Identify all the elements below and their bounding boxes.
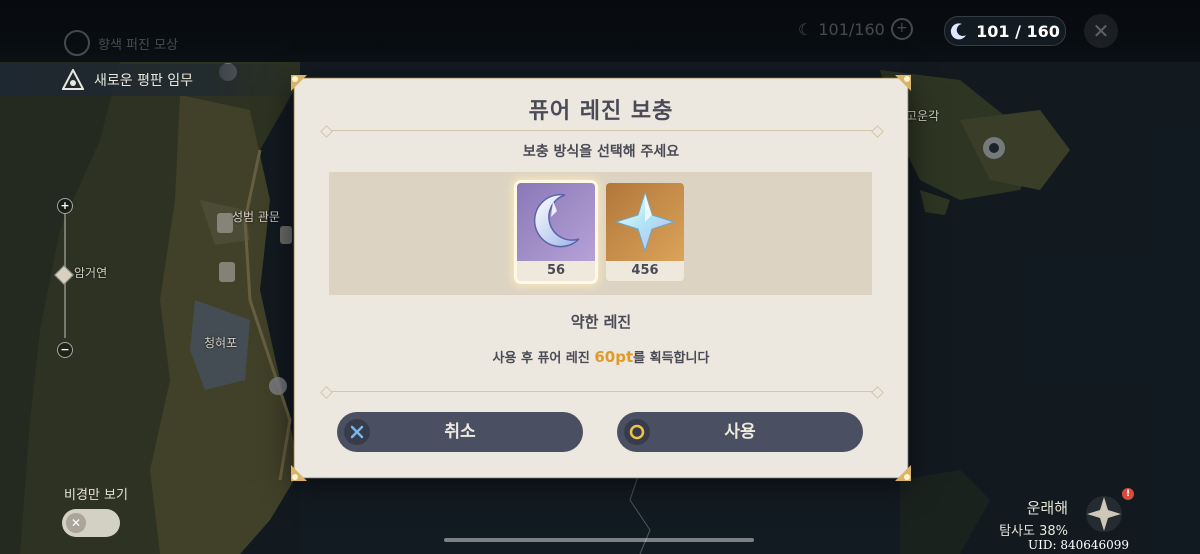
region-info[interactable]: 운래해 탐사도 38% <box>999 497 1068 539</box>
desc-suffix: 를 획득합니다 <box>633 351 710 366</box>
dialog-subtitle: 보충 방식을 선택해 주세요 <box>522 144 680 160</box>
moon-icon: ☾ <box>798 19 813 39</box>
cancel-label: 취소 <box>444 422 476 442</box>
home-indicator <box>444 538 754 542</box>
use-label: 사용 <box>724 422 756 442</box>
replenish-description: 사용 후 퓨어 레진 60pt를 획득합니다 <box>295 347 907 366</box>
uid-text: UID: 840646099 <box>1028 538 1130 552</box>
zoom-handle[interactable] <box>54 265 74 285</box>
resin-value: 101 / 160 <box>976 21 1060 41</box>
add-resin-icon: + <box>890 18 913 40</box>
map-label-east: 고운각 <box>906 109 940 123</box>
title-divider <box>320 125 884 138</box>
exploration-progress: 탐사도 38% <box>999 524 1068 539</box>
zoom-in-button[interactable]: + <box>57 198 73 214</box>
original-resin-icon <box>950 23 967 40</box>
circle-icon <box>624 419 650 445</box>
quest-entry-faint: 향색 퍼진 모상 <box>64 30 178 56</box>
map-label-cave: 암거연 <box>74 266 108 280</box>
close-map-icon: ✕ <box>1084 14 1118 48</box>
resin-replenish-dialog: 퓨어 레진 보충 보충 방식을 선택해 주세요 56 456 약한 레진 사용 … <box>291 75 911 481</box>
button-divider <box>320 386 884 399</box>
primogem-option[interactable]: 456 <box>606 183 684 281</box>
primogem-count: 456 <box>631 263 659 278</box>
zoom-out-button[interactable]: − <box>57 342 73 358</box>
desc-prefix: 사용 후 퓨어 레진 <box>492 351 595 366</box>
resin-counter-faint: ☾ 101/160 + <box>798 18 913 40</box>
resin-faint-value: 101/160 <box>818 19 885 39</box>
scenery-only-toggle[interactable]: ✕ <box>62 509 120 537</box>
corner-ornament-icon <box>893 73 913 93</box>
item-choice-area: 56 456 <box>329 172 872 295</box>
reputation-quest-entry[interactable]: 새로운 평판 임무 <box>0 64 300 96</box>
reputation-quest-label: 새로운 평판 임무 <box>94 73 194 89</box>
use-button[interactable]: 사용 <box>617 412 863 452</box>
resin-amount: 60pt <box>594 348 634 366</box>
corner-ornament-icon <box>289 463 309 483</box>
zoom-slider[interactable]: + − <box>54 196 74 358</box>
map-label-bay: 청혀포 <box>204 336 238 350</box>
primogem-icon <box>606 183 684 261</box>
quest-faint-label: 향색 퍼진 모상 <box>98 37 179 53</box>
notification-badge-icon: ! <box>1122 488 1134 500</box>
selected-item-name: 약한 레진 <box>570 313 632 331</box>
cancel-button[interactable]: 취소 <box>337 412 583 452</box>
fragile-resin-icon <box>517 183 595 261</box>
dialog-title: 퓨어 레진 보충 <box>528 99 674 124</box>
quest-icon <box>64 30 90 56</box>
map-label-shrine: 성범 관문 <box>232 210 280 224</box>
cross-icon <box>344 419 370 445</box>
corner-ornament-icon <box>289 73 309 93</box>
reputation-quest-icon <box>61 67 85 91</box>
resin-counter: 101 / 160 <box>944 16 1066 46</box>
fragile-resin-count: 56 <box>546 263 566 278</box>
scenery-only-label: 비경만 보기 <box>64 488 128 503</box>
toggle-off-icon: ✕ <box>66 513 86 533</box>
fragile-resin-option[interactable]: 56 <box>517 183 595 281</box>
corner-ornament-icon <box>893 463 913 483</box>
compass-icon[interactable] <box>1084 494 1124 534</box>
region-name: 운래해 <box>1026 499 1068 517</box>
